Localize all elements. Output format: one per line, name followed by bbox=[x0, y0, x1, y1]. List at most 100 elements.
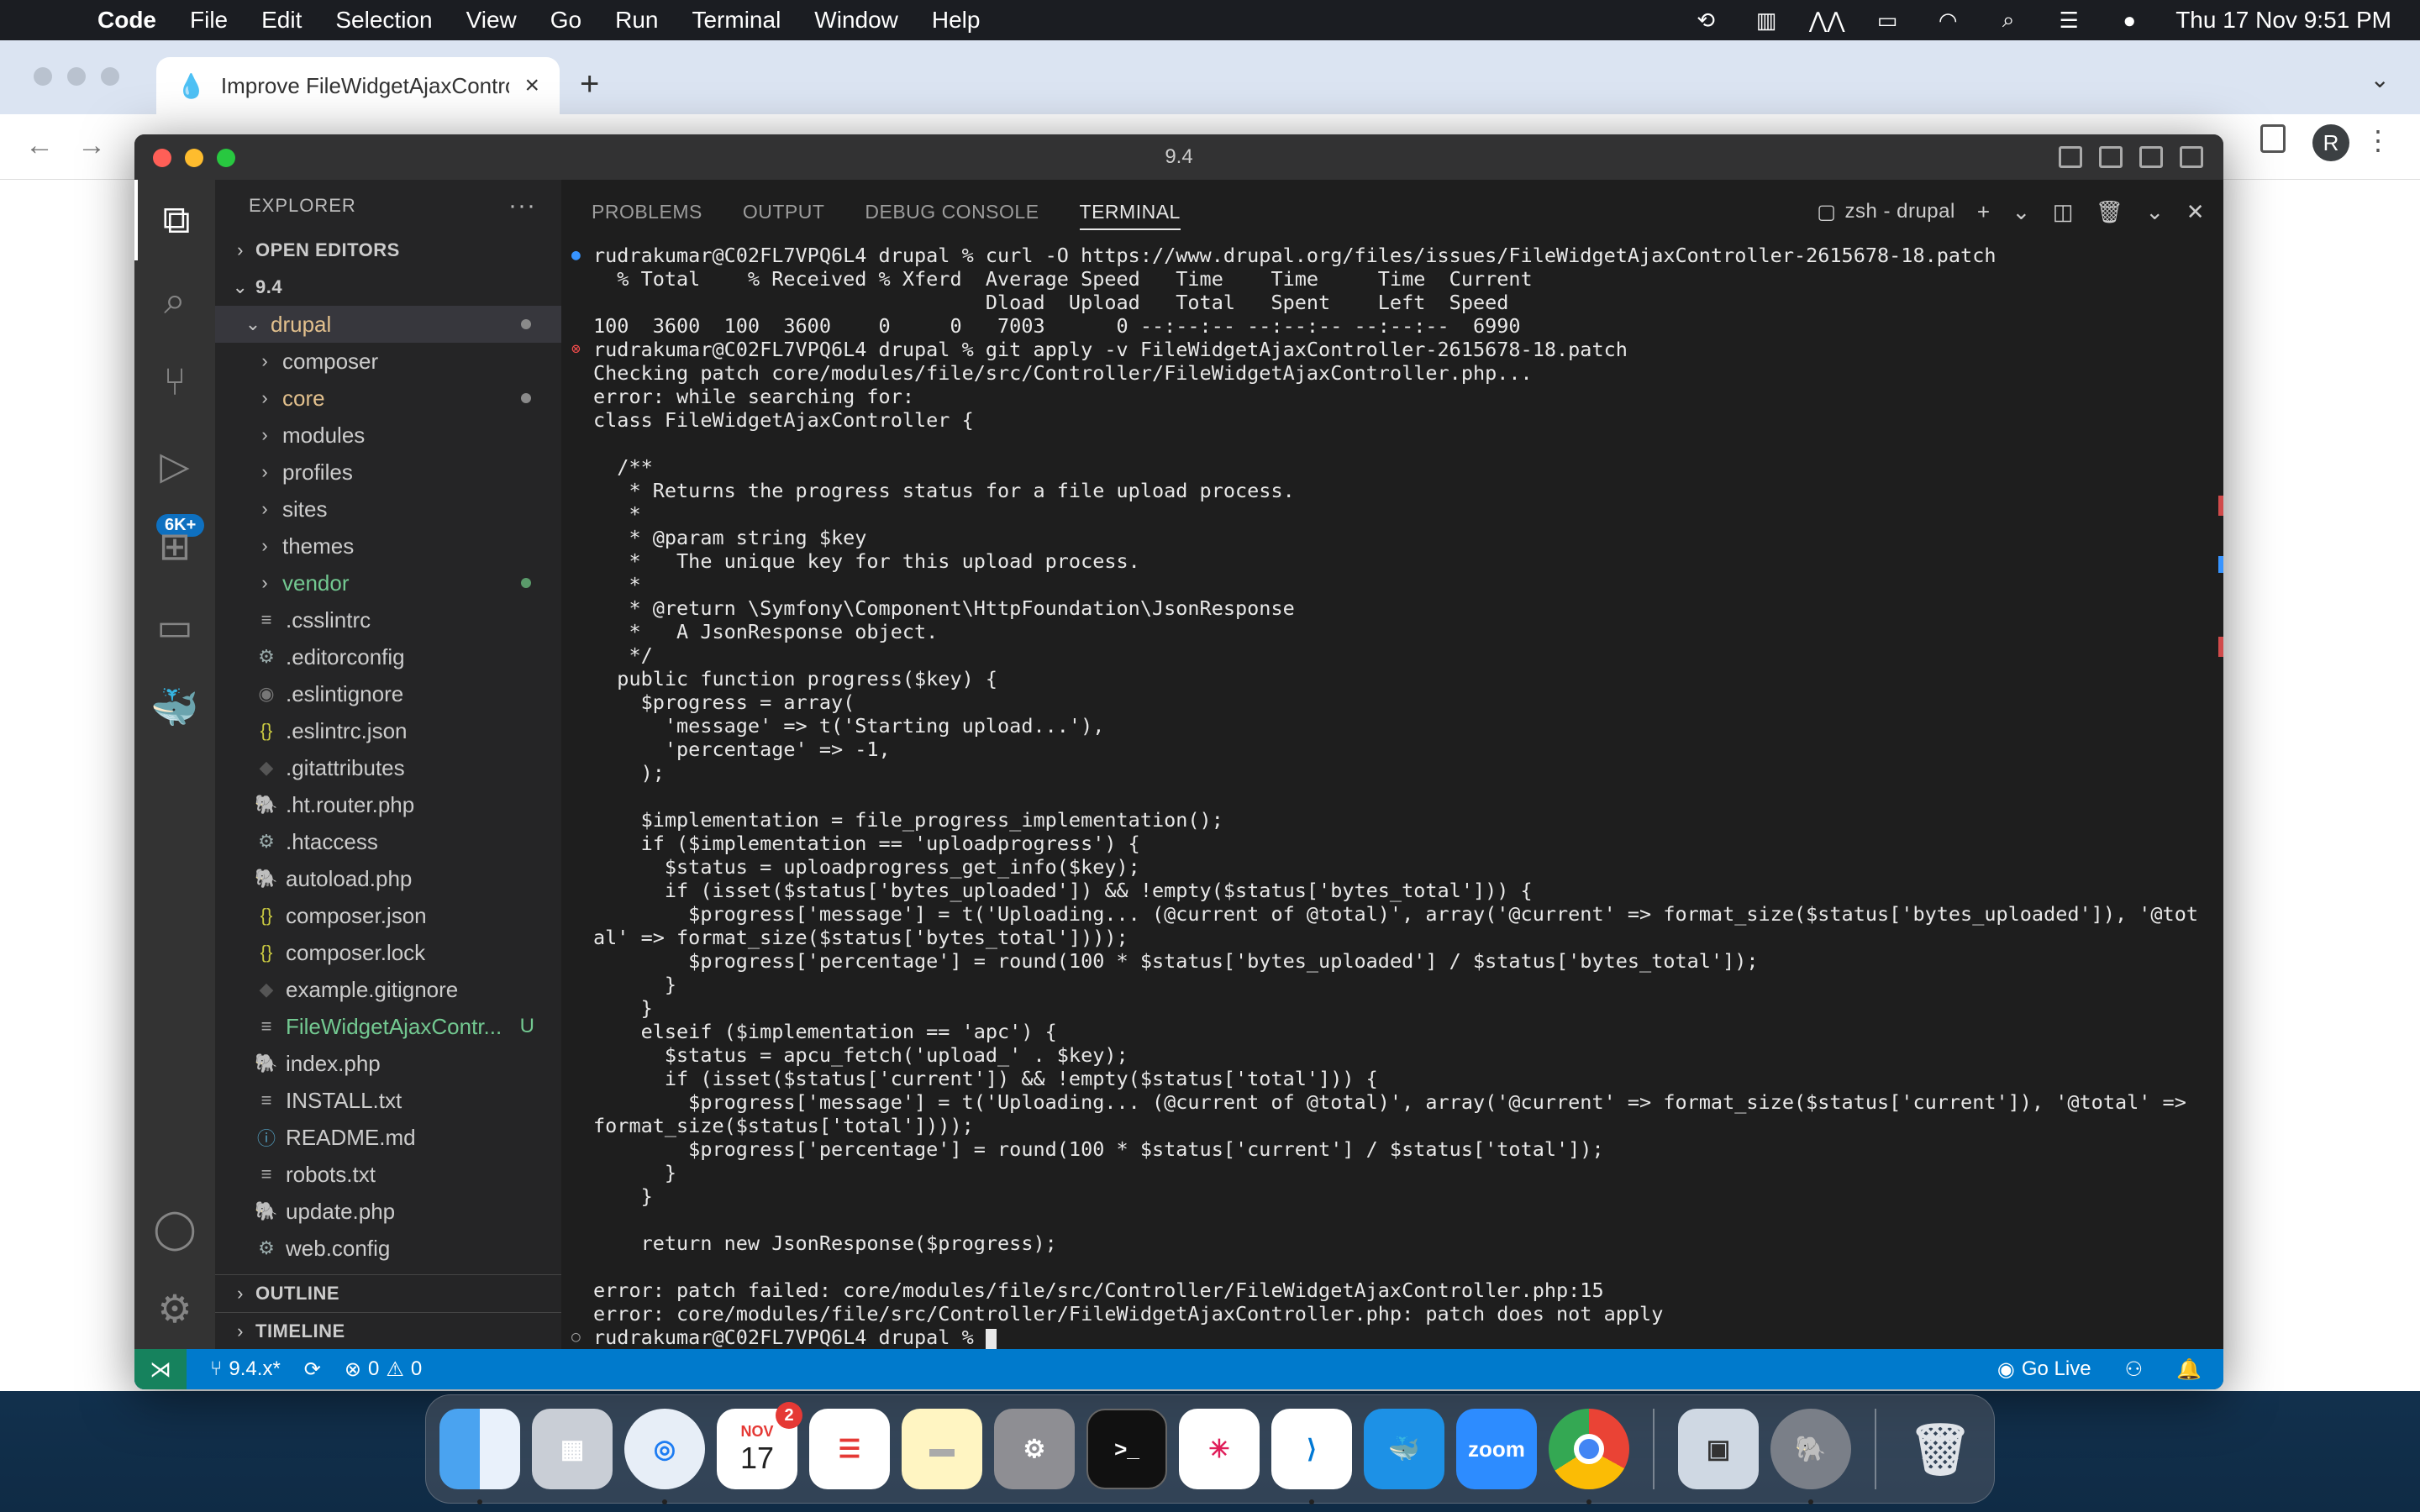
browser-close-button[interactable] bbox=[34, 67, 52, 86]
slack-icon[interactable]: ✳ bbox=[1179, 1409, 1260, 1489]
tableplus-elephant-icon[interactable]: 🐘 bbox=[1770, 1409, 1851, 1504]
tree-file[interactable]: 🐘 autoload.php bbox=[215, 860, 561, 897]
side-panel-icon[interactable] bbox=[2260, 124, 2286, 153]
tree-folder[interactable]: › themes bbox=[215, 528, 561, 564]
preview-icon[interactable]: ▣ bbox=[1678, 1409, 1759, 1489]
toggle-sidebar-icon[interactable] bbox=[2059, 146, 2082, 168]
open-editors-section[interactable]: › OPEN EDITORS bbox=[215, 232, 561, 269]
branch-indicator[interactable]: ⑂ 9.4.x* bbox=[210, 1357, 281, 1381]
close-window-button[interactable] bbox=[153, 149, 171, 167]
menu-window[interactable]: Window bbox=[814, 7, 898, 34]
tree-file[interactable]: 🐘 .ht.router.php bbox=[215, 786, 561, 823]
customize-layout-icon[interactable] bbox=[2180, 146, 2203, 168]
tab-problems[interactable]: PROBLEMS bbox=[592, 201, 702, 223]
more-actions-icon[interactable]: ··· bbox=[508, 192, 536, 220]
more-vert-icon[interactable]: ⋮ bbox=[2365, 124, 2391, 156]
tree-folder[interactable]: › modules bbox=[215, 417, 561, 454]
kill-terminal-icon[interactable]: 🗑 bbox=[2096, 199, 2124, 225]
tree-folder[interactable]: › composer bbox=[215, 343, 561, 380]
tree-file[interactable]: ⚙ .htaccess bbox=[215, 823, 561, 860]
forward-icon[interactable]: → bbox=[77, 129, 106, 162]
command-error-icon[interactable]: ⊗ bbox=[571, 338, 581, 361]
system-preferences-icon[interactable]: ⚙ bbox=[994, 1409, 1075, 1489]
launchpad-icon[interactable]: ▦ bbox=[532, 1409, 613, 1489]
explorer-icon[interactable]: ⧉ bbox=[134, 180, 215, 260]
finder-icon[interactable] bbox=[439, 1409, 520, 1504]
command-pending-icon[interactable]: ○ bbox=[571, 1326, 581, 1349]
tree-file[interactable]: ◆ .gitattributes bbox=[215, 749, 561, 786]
menu-file[interactable]: File bbox=[190, 7, 228, 34]
menubar-clock[interactable]: Thu 17 Nov 9:51 PM bbox=[2175, 7, 2391, 34]
tree-file[interactable]: ≡ .csslintrc bbox=[215, 601, 561, 638]
menu-run[interactable]: Run bbox=[615, 7, 658, 34]
tree-file[interactable]: ◉ .eslintignore bbox=[215, 675, 561, 712]
browser-tab[interactable]: 💧 Improve FileWidgetAjaxControl × bbox=[156, 57, 560, 114]
tree-folder[interactable]: › core bbox=[215, 380, 561, 417]
back-icon[interactable]: ← bbox=[25, 129, 54, 162]
docker-icon[interactable]: 🐳 bbox=[134, 667, 215, 748]
sync-status-icon[interactable]: ⟲ bbox=[1691, 8, 1720, 33]
tab-output[interactable]: OUTPUT bbox=[743, 201, 825, 223]
extensions-icon[interactable]: ⊞ bbox=[134, 506, 215, 586]
maximize-panel-icon[interactable]: ⌄ bbox=[2145, 199, 2164, 225]
search-icon[interactable]: ⌕ bbox=[134, 260, 215, 341]
tree-file[interactable]: ⚙ .editorconfig bbox=[215, 638, 561, 675]
audio-meter-icon[interactable]: ▥ bbox=[1752, 8, 1781, 33]
tree-file[interactable]: {} composer.json bbox=[215, 897, 561, 934]
close-panel-icon[interactable]: ✕ bbox=[2186, 199, 2205, 225]
tree-folder[interactable]: › vendor bbox=[215, 564, 561, 601]
battery-icon[interactable]: ▭ bbox=[1873, 8, 1902, 33]
notes-icon[interactable]: ▬ bbox=[902, 1409, 982, 1489]
toggle-secondary-sidebar-icon[interactable] bbox=[2139, 146, 2163, 168]
tree-file[interactable]: ⚙ web.config bbox=[215, 1230, 561, 1267]
browser-minimize-button[interactable] bbox=[67, 67, 86, 86]
menu-app-name[interactable]: Code bbox=[97, 7, 156, 34]
menu-go[interactable]: Go bbox=[550, 7, 581, 34]
tree-file[interactable]: 🐘 update.php bbox=[215, 1193, 561, 1230]
toggle-panel-icon[interactable] bbox=[2099, 146, 2123, 168]
remote-indicator-icon[interactable]: ⋊ bbox=[134, 1349, 187, 1389]
tree-file[interactable]: ◆ example.gitignore bbox=[215, 971, 561, 1008]
docker-app-icon[interactable]: 🐳 bbox=[1364, 1409, 1444, 1489]
new-tab-icon[interactable]: + bbox=[580, 66, 599, 103]
tab-terminal[interactable]: TERMINAL bbox=[1079, 201, 1181, 230]
notifications-bell-icon[interactable]: 🔔 bbox=[2176, 1357, 2202, 1382]
chevron-down-icon[interactable]: ⌄ bbox=[2370, 66, 2390, 93]
reminders-icon[interactable]: ☰ bbox=[809, 1409, 890, 1489]
source-control-icon[interactable]: ⑂ bbox=[134, 341, 215, 422]
zoom-window-button[interactable] bbox=[217, 149, 235, 167]
tree-file[interactable]: 🐘 index.php bbox=[215, 1045, 561, 1082]
terminal-shell-selector[interactable]: ▢ zsh - drupal bbox=[1817, 200, 1955, 224]
split-terminal-icon[interactable]: ◫ bbox=[2053, 199, 2074, 225]
terminal-app-icon[interactable]: >_ bbox=[1086, 1409, 1167, 1489]
menu-edit[interactable]: Edit bbox=[261, 7, 302, 34]
tab-debug-console[interactable]: DEBUG CONSOLE bbox=[865, 201, 1039, 223]
chrome-icon[interactable] bbox=[1549, 1409, 1629, 1504]
tree-folder[interactable]: › sites bbox=[215, 491, 561, 528]
minimize-window-button[interactable] bbox=[185, 149, 203, 167]
settings-gear-icon[interactable]: ⚙ bbox=[134, 1268, 215, 1349]
chevron-down-icon[interactable]: ⌄ bbox=[2012, 199, 2031, 225]
safari-icon[interactable]: ◎ bbox=[624, 1409, 705, 1504]
outline-section[interactable]: › OUTLINE bbox=[215, 1275, 561, 1312]
terminal-output[interactable]: ● rudrakumar@C02FL7VPQ6L4 drupal % curl -… bbox=[571, 244, 2207, 1349]
vscode-app-icon[interactable]: ⟩ bbox=[1271, 1409, 1352, 1504]
trash-icon[interactable]: 🗑 bbox=[1900, 1409, 1981, 1489]
wifi-icon[interactable]: ◠ bbox=[1933, 8, 1962, 33]
spotlight-search-icon[interactable]: ⌕ bbox=[1994, 7, 2023, 32]
close-tab-icon[interactable]: × bbox=[524, 71, 539, 100]
menu-terminal[interactable]: Terminal bbox=[692, 7, 781, 34]
tree-file[interactable]: {} .eslintrc.json bbox=[215, 712, 561, 749]
problems-indicator[interactable]: ⊗ 0 ⚠ 0 bbox=[345, 1357, 422, 1382]
workspace-root[interactable]: ⌄ 9.4 bbox=[215, 269, 561, 306]
go-live-button[interactable]: ◉ Go Live bbox=[1997, 1357, 2091, 1382]
tree-file[interactable]: {} composer.lock bbox=[215, 934, 561, 971]
calendar-icon[interactable]: NOV 17 2 bbox=[717, 1402, 802, 1489]
browser-zoom-button[interactable] bbox=[101, 67, 119, 86]
timeline-section[interactable]: › TIMELINE bbox=[215, 1312, 561, 1349]
sync-icon[interactable]: ⟳ bbox=[304, 1357, 321, 1382]
tree-folder[interactable]: › profiles bbox=[215, 454, 561, 491]
tree-file[interactable]: ≡ INSTALL.txt bbox=[215, 1082, 561, 1119]
tree-file[interactable]: ≡ robots.txt bbox=[215, 1156, 561, 1193]
app-status-icon[interactable]: ⋀⋀ bbox=[1809, 8, 1845, 33]
